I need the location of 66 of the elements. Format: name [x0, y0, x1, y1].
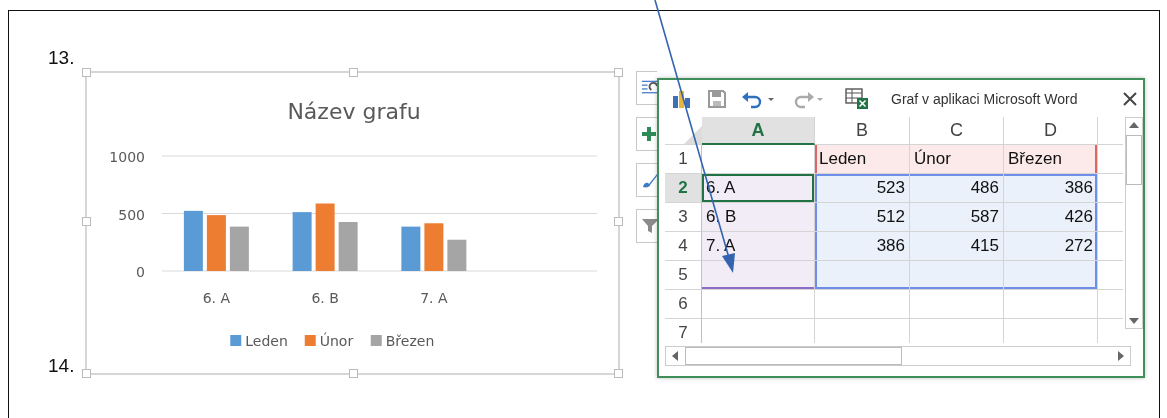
- select-all-icon[interactable]: [682, 124, 702, 144]
- list-number: 14.: [48, 355, 76, 377]
- legend-label: Únor: [319, 333, 354, 349]
- resize-handle[interactable]: [82, 217, 91, 226]
- table-cell[interactable]: 272: [1004, 232, 1098, 261]
- table-cell[interactable]: 587: [910, 203, 1004, 232]
- table-cell[interactable]: 426: [1004, 203, 1098, 232]
- axis-label: 1000: [109, 149, 145, 165]
- table-cell[interactable]: 486: [910, 174, 1004, 203]
- axis-label: 0: [136, 264, 145, 280]
- resize-handle[interactable]: [82, 369, 91, 378]
- chart-frame[interactable]: Název grafu 0 500 1000 6. A 6. B 7. A Leden Únor Březen: [85, 71, 620, 375]
- table-cell[interactable]: [1004, 290, 1098, 319]
- table-cell[interactable]: Březen: [1004, 145, 1098, 174]
- spreadsheet-icon[interactable]: [845, 87, 869, 110]
- row-header[interactable]: 7: [665, 319, 702, 343]
- table-cell[interactable]: [815, 290, 910, 319]
- table-cell[interactable]: [910, 261, 1004, 290]
- table-cell[interactable]: [702, 290, 815, 319]
- chart-filters-button[interactable]: [636, 209, 657, 243]
- list-number: 13.: [48, 47, 76, 70]
- table-cell[interactable]: 386: [815, 232, 910, 261]
- layout-options-button[interactable]: [636, 71, 657, 105]
- table-cell[interactable]: [1004, 261, 1098, 290]
- legend-label: Březen: [385, 333, 435, 349]
- resize-handle[interactable]: [349, 369, 358, 378]
- table-cell[interactable]: [815, 261, 910, 290]
- resize-handle[interactable]: [349, 68, 358, 77]
- table-cell[interactable]: 415: [910, 232, 1004, 261]
- table-cell[interactable]: Leden: [815, 145, 910, 174]
- table-cell[interactable]: [702, 145, 815, 174]
- scroll-down-icon[interactable]: [1129, 317, 1139, 325]
- horizontal-scrollbar[interactable]: [665, 346, 1131, 366]
- vertical-scrollbar[interactable]: [1125, 117, 1143, 329]
- category-label: 6. A: [202, 290, 231, 306]
- table-cell[interactable]: [910, 290, 1004, 319]
- resize-handle[interactable]: [614, 369, 623, 378]
- table-cell[interactable]: Únor: [910, 145, 1004, 174]
- row-header[interactable]: 2: [665, 174, 702, 203]
- chart-title: Název grafu: [287, 99, 421, 124]
- scroll-thumb[interactable]: [1126, 135, 1142, 185]
- scroll-thumb[interactable]: [685, 347, 902, 365]
- row-header[interactable]: 6: [665, 290, 702, 319]
- scroll-right-icon[interactable]: [1117, 351, 1125, 361]
- resize-handle[interactable]: [614, 68, 623, 77]
- scroll-left-icon[interactable]: [671, 351, 679, 361]
- legend-label: Leden: [245, 333, 288, 349]
- window-title: Graf v aplikaci Microsoft Word: [891, 90, 1078, 107]
- resize-handle[interactable]: [614, 217, 623, 226]
- table-cell[interactable]: 512: [815, 203, 910, 232]
- chart-styles-button[interactable]: [636, 163, 657, 197]
- save-icon[interactable]: [707, 88, 727, 109]
- table-cell[interactable]: 523: [815, 174, 910, 203]
- table-cell[interactable]: [702, 261, 815, 290]
- funnel-icon: [640, 216, 657, 236]
- chart-elements-button[interactable]: [636, 117, 657, 151]
- resize-handle[interactable]: [82, 68, 91, 77]
- close-icon[interactable]: [1123, 91, 1137, 106]
- category-label: 7. A: [420, 290, 448, 306]
- column-header[interactable]: A: [702, 117, 815, 145]
- table-cell[interactable]: 6. B: [702, 203, 815, 232]
- plus-icon: [640, 125, 656, 143]
- axis-label: 500: [118, 206, 145, 223]
- category-label: 6. B: [311, 290, 339, 306]
- scroll-up-icon[interactable]: [1129, 121, 1139, 129]
- table-cell[interactable]: 386: [1004, 174, 1098, 203]
